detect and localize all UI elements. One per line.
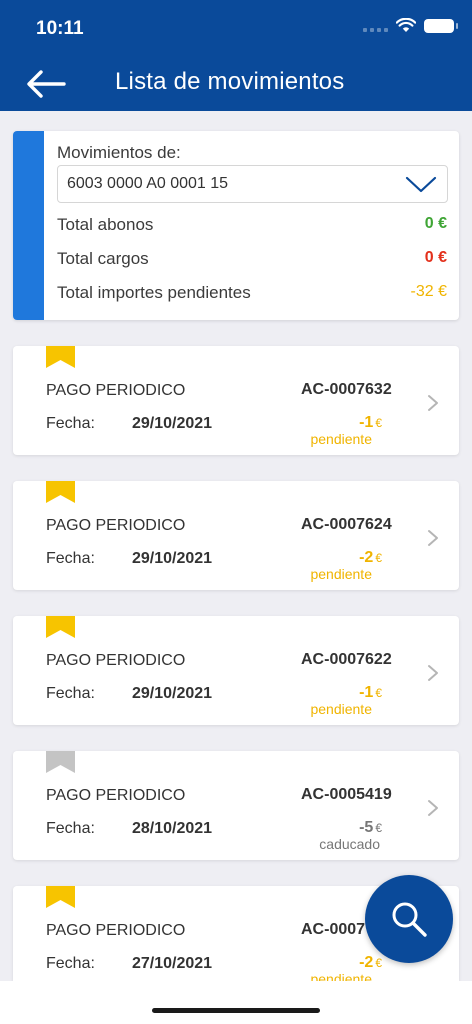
- amount-currency: €: [375, 416, 382, 430]
- amount-currency: €: [375, 821, 382, 835]
- movement-date-label: Fecha:: [46, 550, 95, 567]
- bookmark-icon: [46, 346, 75, 368]
- total-pending-value: -32 €: [410, 283, 447, 300]
- movement-amount: -1 €: [359, 684, 382, 702]
- total-debits-value: 0 €: [424, 249, 447, 266]
- movement-card[interactable]: PAGO PERIODICO AC-0005419 Fecha: 28/10/2…: [13, 751, 459, 860]
- amount-currency: €: [375, 956, 382, 970]
- movement-card[interactable]: PAGO PERIODICO AC-0007624 Fecha: 29/10/2…: [13, 481, 459, 590]
- amount-value: -5: [359, 819, 374, 836]
- movement-amount: -2 €: [359, 954, 382, 972]
- chevron-right-icon: [428, 530, 438, 546]
- total-debits-row: Total cargos 0 €: [57, 249, 447, 269]
- movement-concept: PAGO PERIODICO: [46, 382, 186, 399]
- total-pending-row: Total importes pendientes -32 €: [57, 283, 447, 303]
- page-title: Lista de movimientos: [115, 68, 345, 95]
- movement-date: 29/10/2021: [132, 415, 213, 432]
- movement-date: 28/10/2021: [132, 820, 213, 837]
- wifi-icon: [396, 18, 416, 32]
- status-icons: [363, 18, 458, 33]
- movement-date-label: Fecha:: [46, 415, 95, 432]
- movement-date-label: Fecha:: [46, 955, 95, 972]
- movement-reference: AC-0007632: [301, 381, 392, 398]
- movement-date: 29/10/2021: [132, 685, 213, 702]
- back-button[interactable]: [24, 62, 68, 106]
- total-debits-label: Total cargos: [57, 249, 149, 268]
- movement-state: pendiente: [310, 431, 372, 447]
- home-indicator: [152, 1008, 320, 1013]
- movement-concept: PAGO PERIODICO: [46, 787, 186, 804]
- account-value: 6003 0000 A0 0001 15: [67, 175, 229, 192]
- total-credits-value: 0 €: [424, 215, 447, 232]
- movement-amount: -1 €: [359, 414, 382, 432]
- movement-concept: PAGO PERIODICO: [46, 922, 186, 939]
- arrow-left-icon: [27, 70, 66, 98]
- total-credits-label: Total abonos: [57, 215, 154, 234]
- app-header: 10:11 Lista de movimientos: [0, 0, 472, 111]
- bookmark-icon: [46, 886, 75, 908]
- amount-currency: €: [375, 686, 382, 700]
- amount-value: -2: [359, 549, 374, 566]
- movement-amount: -5 €: [359, 819, 382, 837]
- movement-card[interactable]: PAGO PERIODICO AC-0007632 Fecha: 29/10/2…: [13, 346, 459, 455]
- bookmark-icon: [46, 616, 75, 638]
- movement-state: caducado: [319, 836, 380, 852]
- chevron-right-icon: [428, 665, 438, 681]
- account-label: Movimientos de:: [57, 143, 181, 162]
- cellular-signal-icon: [363, 20, 388, 32]
- movement-card[interactable]: PAGO PERIODICO AC-0007622 Fecha: 29/10/2…: [13, 616, 459, 725]
- battery-icon: [424, 18, 458, 33]
- amount-currency: €: [375, 551, 382, 565]
- search-button[interactable]: [365, 875, 453, 963]
- movement-date-label: Fecha:: [46, 820, 95, 837]
- amount-value: -1: [359, 684, 374, 701]
- summary-accent-bar: [13, 131, 44, 320]
- bottom-safe-area: [0, 981, 472, 1024]
- movement-concept: PAGO PERIODICO: [46, 652, 186, 669]
- movement-date: 29/10/2021: [132, 550, 213, 567]
- bookmark-icon: [46, 751, 75, 773]
- movement-reference: AC-0007624: [301, 516, 392, 533]
- bookmark-icon: [46, 481, 75, 503]
- movement-date-label: Fecha:: [46, 685, 95, 702]
- summary-card: Movimientos de: 6003 0000 A0 0001 15 Tot…: [13, 131, 459, 320]
- movement-state: pendiente: [310, 566, 372, 582]
- movement-reference: AC-0005419: [301, 786, 392, 803]
- movement-amount: -2 €: [359, 549, 382, 567]
- status-time: 10:11: [36, 18, 84, 39]
- amount-value: -2: [359, 954, 374, 971]
- amount-value: -1: [359, 414, 374, 431]
- total-pending-label: Total importes pendientes: [57, 283, 251, 302]
- total-credits-row: Total abonos 0 €: [57, 215, 447, 235]
- chevron-right-icon: [428, 395, 438, 411]
- movement-reference: AC-0007: [301, 921, 366, 938]
- chevron-right-icon: [428, 800, 438, 816]
- movement-reference: AC-0007622: [301, 651, 392, 668]
- chevron-down-icon: [405, 176, 437, 193]
- search-icon: [392, 902, 427, 937]
- movement-state: pendiente: [310, 701, 372, 717]
- movement-concept: PAGO PERIODICO: [46, 517, 186, 534]
- account-select[interactable]: 6003 0000 A0 0001 15: [57, 165, 448, 203]
- movement-date: 27/10/2021: [132, 955, 213, 972]
